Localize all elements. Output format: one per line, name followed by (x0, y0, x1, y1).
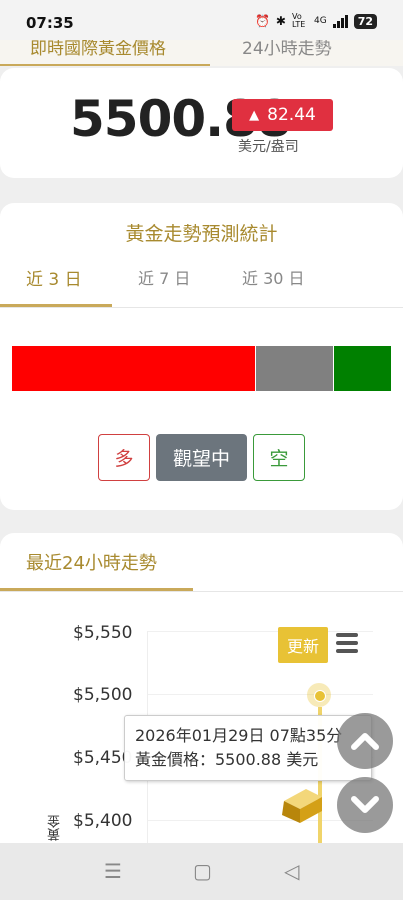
grid-line (148, 631, 373, 632)
y-tick-label: $5,500 (73, 685, 133, 705)
status-icons: ⏰ ✱ Vo LTE 4G 72 (255, 13, 377, 29)
tooltip-date: 2026年01月29日 07點35分 (135, 726, 343, 745)
network-type: 4G (313, 16, 327, 26)
up-arrow-icon: ▲ (249, 107, 260, 123)
back-icon[interactable]: ◁ (284, 859, 299, 883)
chevron-down-icon (351, 796, 379, 813)
divider (0, 591, 403, 592)
chart-tooltip: 2026年01月29日 07點35分 黃金價格：5500.88 美元 (124, 715, 372, 781)
signal-icon (332, 14, 348, 28)
recents-icon[interactable]: ☰ (104, 859, 122, 883)
trend-title: 最近24小時走勢 (26, 553, 157, 574)
divider (0, 307, 403, 308)
tooltip-price: 黃金價格：5500.88 美元 (135, 750, 319, 769)
price-unit: 美元/盎司 (238, 139, 299, 155)
battery-icon: 72 (353, 13, 377, 29)
chart-data-point[interactable] (307, 683, 331, 707)
wait-button[interactable]: 觀望中 (156, 434, 247, 481)
price-card: 5500.88 ▲ 82.44 美元/盎司 (0, 68, 403, 178)
stats-title: 黃金走勢預測統計 (125, 223, 278, 245)
tab-underline (0, 64, 210, 66)
grid-line (148, 694, 373, 695)
distribution-segment (12, 346, 257, 391)
price-change: 82.44 (267, 105, 316, 125)
tab-period-30d[interactable]: 近 30 日 (242, 265, 305, 289)
volte-icon: Vo LTE (291, 12, 306, 29)
alarm-icon: ⏰ (254, 14, 270, 28)
tab-period-3d[interactable]: 近 3 日 (26, 265, 82, 290)
y-axis-label: 黃金 (48, 815, 63, 841)
forecast-stats-card: 黃金走勢預測統計 近 3 日 近 7 日 近 30 日 多 觀望中 空 (0, 203, 403, 510)
grid-line (148, 820, 373, 821)
status-time: 07:35 (26, 14, 74, 32)
forecast-distribution-bar (12, 346, 391, 391)
distribution-segment (334, 346, 391, 391)
scroll-down-button[interactable] (337, 777, 393, 833)
short-button[interactable]: 空 (253, 434, 305, 481)
bluetooth-icon: ✱ (275, 14, 286, 28)
y-tick-label: $5,550 (73, 623, 133, 643)
distribution-segment (256, 346, 335, 391)
scroll-up-button[interactable] (337, 713, 393, 769)
long-button[interactable]: 多 (98, 434, 150, 481)
chevron-up-icon (351, 733, 379, 750)
tab-period-7d[interactable]: 近 7 日 (138, 265, 190, 289)
chart-menu-icon[interactable] (336, 633, 358, 653)
y-tick-label: $5,400 (73, 811, 133, 831)
home-icon[interactable]: ▢ (193, 859, 212, 883)
gold-bar-icon (282, 789, 322, 823)
status-bar: 07:35 ⏰ ✱ Vo LTE 4G 72 (0, 0, 403, 40)
system-nav-bar: ☰ ▢ ◁ (0, 843, 403, 900)
price-change-badge: ▲ 82.44 (232, 99, 333, 131)
refresh-button[interactable]: 更新 (278, 627, 328, 663)
